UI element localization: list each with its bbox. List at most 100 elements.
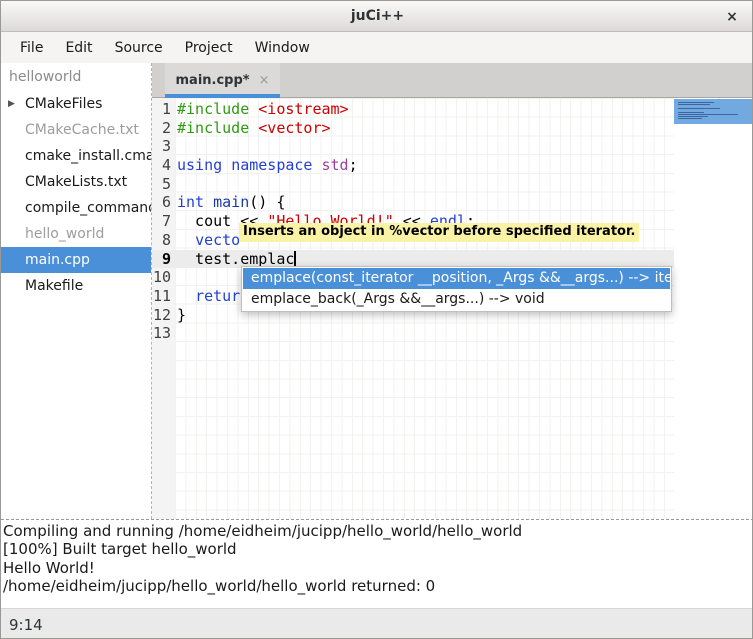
code-token: int: [177, 193, 204, 211]
text-cursor: [294, 251, 296, 266]
menu-edit[interactable]: Edit: [54, 35, 103, 61]
tree-item-label: compile_commands.json: [25, 200, 151, 216]
tree-item-label: CMakeLists.txt: [25, 174, 127, 190]
code-line-3: [175, 137, 674, 156]
tree-item-compile-commands[interactable]: compile_commands.json: [1, 195, 151, 221]
line-number: 10: [152, 268, 175, 287]
code-token: [312, 156, 321, 174]
line-number: 2: [152, 119, 175, 138]
line-number: 7: [152, 212, 175, 231]
line-number: 11: [152, 287, 175, 306]
close-window-icon[interactable]: ×: [722, 7, 742, 27]
code-token: #include: [177, 119, 249, 137]
window-title: juCi++: [351, 8, 404, 24]
code-token: [249, 119, 258, 137]
minimap-scrollbar[interactable]: [674, 98, 753, 519]
tree-item-label: main.cpp: [25, 252, 90, 268]
documentation-tooltip: Inserts an object in %vector before spec…: [239, 223, 639, 242]
code-token: [177, 287, 195, 305]
line-number: 3: [152, 137, 175, 156]
code-token: <iostream>: [258, 100, 348, 118]
code-token: #include: [177, 100, 249, 118]
terminal-line: Compiling and running /home/eidheim/juci…: [3, 522, 753, 540]
tree-item-label: CMakeFiles: [25, 96, 102, 112]
menu-source[interactable]: Source: [104, 35, 174, 61]
expander-triangle-icon[interactable]: ▶: [8, 91, 15, 117]
code-token: test.emplac: [177, 250, 294, 268]
code-token: [222, 156, 231, 174]
tree-item-cmakecache[interactable]: CMakeCache.txt: [1, 117, 151, 143]
code-token: vecto: [195, 231, 240, 249]
line-number: 5: [152, 175, 175, 194]
code-token: retur: [195, 287, 240, 305]
code-token: std: [322, 156, 349, 174]
code-token: main: [213, 193, 249, 211]
code-token: namespace: [231, 156, 312, 174]
code-token: ;: [349, 156, 358, 174]
autocomplete-item-emplace[interactable]: emplace(const_iterator __position, _Args…: [243, 268, 670, 289]
line-number-current: 9: [152, 250, 175, 269]
tab-close-icon[interactable]: ×: [259, 73, 270, 88]
code-token: }: [177, 306, 186, 324]
menu-project[interactable]: Project: [174, 35, 244, 61]
code-line-6: int main() {: [175, 193, 674, 212]
line-number: 13: [152, 324, 175, 343]
line-number-gutter: 1 2 3 4 5 6 7 8 9 10 11 12 13: [152, 98, 175, 519]
code-line-4: using namespace std;: [175, 156, 674, 175]
code-line-2: #include <vector>: [175, 119, 674, 138]
project-root-label: helloworld: [1, 63, 151, 91]
tree-item-label: CMakeCache.txt: [25, 122, 139, 138]
terminal-line: [100%] Built target hello_world: [3, 540, 753, 558]
editor-pane: main.cpp* × 1 2 3 4 5 6 7 8 9 10 11: [152, 63, 753, 519]
code-line-13: [175, 324, 674, 343]
tree-item-label: Makefile: [25, 278, 83, 294]
terminal-line: Hello World!: [3, 559, 753, 577]
tree-item-label: hello_world: [25, 226, 104, 242]
line-number: 6: [152, 193, 175, 212]
status-bar: 9:14: [1, 608, 753, 639]
tree-item-label: cmake_install.cmake: [25, 148, 151, 164]
minimap-code-line: [678, 118, 702, 119]
code-line-5: [175, 175, 674, 194]
code-token: [204, 193, 213, 211]
cursor-position-indicator: 9:14: [9, 616, 43, 634]
minimap-visible-region[interactable]: [674, 99, 753, 124]
minimap-code-line: [678, 102, 714, 103]
code-line-1: #include <iostream>: [175, 100, 674, 119]
line-number: 12: [152, 306, 175, 325]
menu-bar: File Edit Source Project Window: [1, 32, 753, 63]
minimap-code-line: [678, 112, 704, 113]
terminal-line: /home/eidheim/jucipp/hello_world/hello_w…: [3, 577, 753, 595]
tree-item-cmakefiles[interactable]: ▶ CMakeFiles: [1, 91, 151, 117]
minimap-code-line: [678, 108, 720, 109]
tab-label: main.cpp*: [176, 73, 250, 88]
autocomplete-popup: emplace(const_iterator __position, _Args…: [241, 266, 672, 312]
tree-item-hello-world[interactable]: hello_world: [1, 221, 151, 247]
code-token: () {: [249, 193, 285, 211]
title-bar[interactable]: juCi++ ×: [1, 1, 753, 32]
tab-main-cpp[interactable]: main.cpp* ×: [165, 63, 280, 98]
code-token: [177, 231, 195, 249]
tab-bar: main.cpp* ×: [152, 63, 753, 98]
tree-item-cmake-install[interactable]: cmake_install.cmake: [1, 143, 151, 169]
minimap-code-line: [678, 114, 738, 115]
file-tree: helloworld ▶ CMakeFiles CMakeCache.txt c…: [1, 63, 152, 519]
tree-item-makefile[interactable]: Makefile: [1, 273, 151, 299]
tree-item-main-cpp[interactable]: main.cpp: [1, 247, 151, 273]
code-token: <vector>: [258, 119, 330, 137]
menu-file[interactable]: File: [9, 35, 54, 61]
minimap-code-line: [678, 104, 710, 105]
line-number: 8: [152, 231, 175, 250]
line-number: 1: [152, 100, 175, 119]
code-token: using: [177, 156, 222, 174]
minimap-code-line: [678, 116, 708, 117]
line-number: 4: [152, 156, 175, 175]
autocomplete-item-emplace-back[interactable]: emplace_back(_Args &&__args...) --> void: [243, 289, 670, 310]
editor-body[interactable]: 1 2 3 4 5 6 7 8 9 10 11 12 13 #include <…: [152, 98, 753, 519]
build-output-panel[interactable]: Compiling and running /home/eidheim/juci…: [1, 519, 753, 608]
tree-item-cmakelists[interactable]: CMakeLists.txt: [1, 169, 151, 195]
jucipp-window: juCi++ × File Edit Source Project Window…: [0, 0, 753, 639]
main-area: helloworld ▶ CMakeFiles CMakeCache.txt c…: [1, 63, 753, 519]
menu-window[interactable]: Window: [244, 35, 321, 61]
code-token: [249, 100, 258, 118]
